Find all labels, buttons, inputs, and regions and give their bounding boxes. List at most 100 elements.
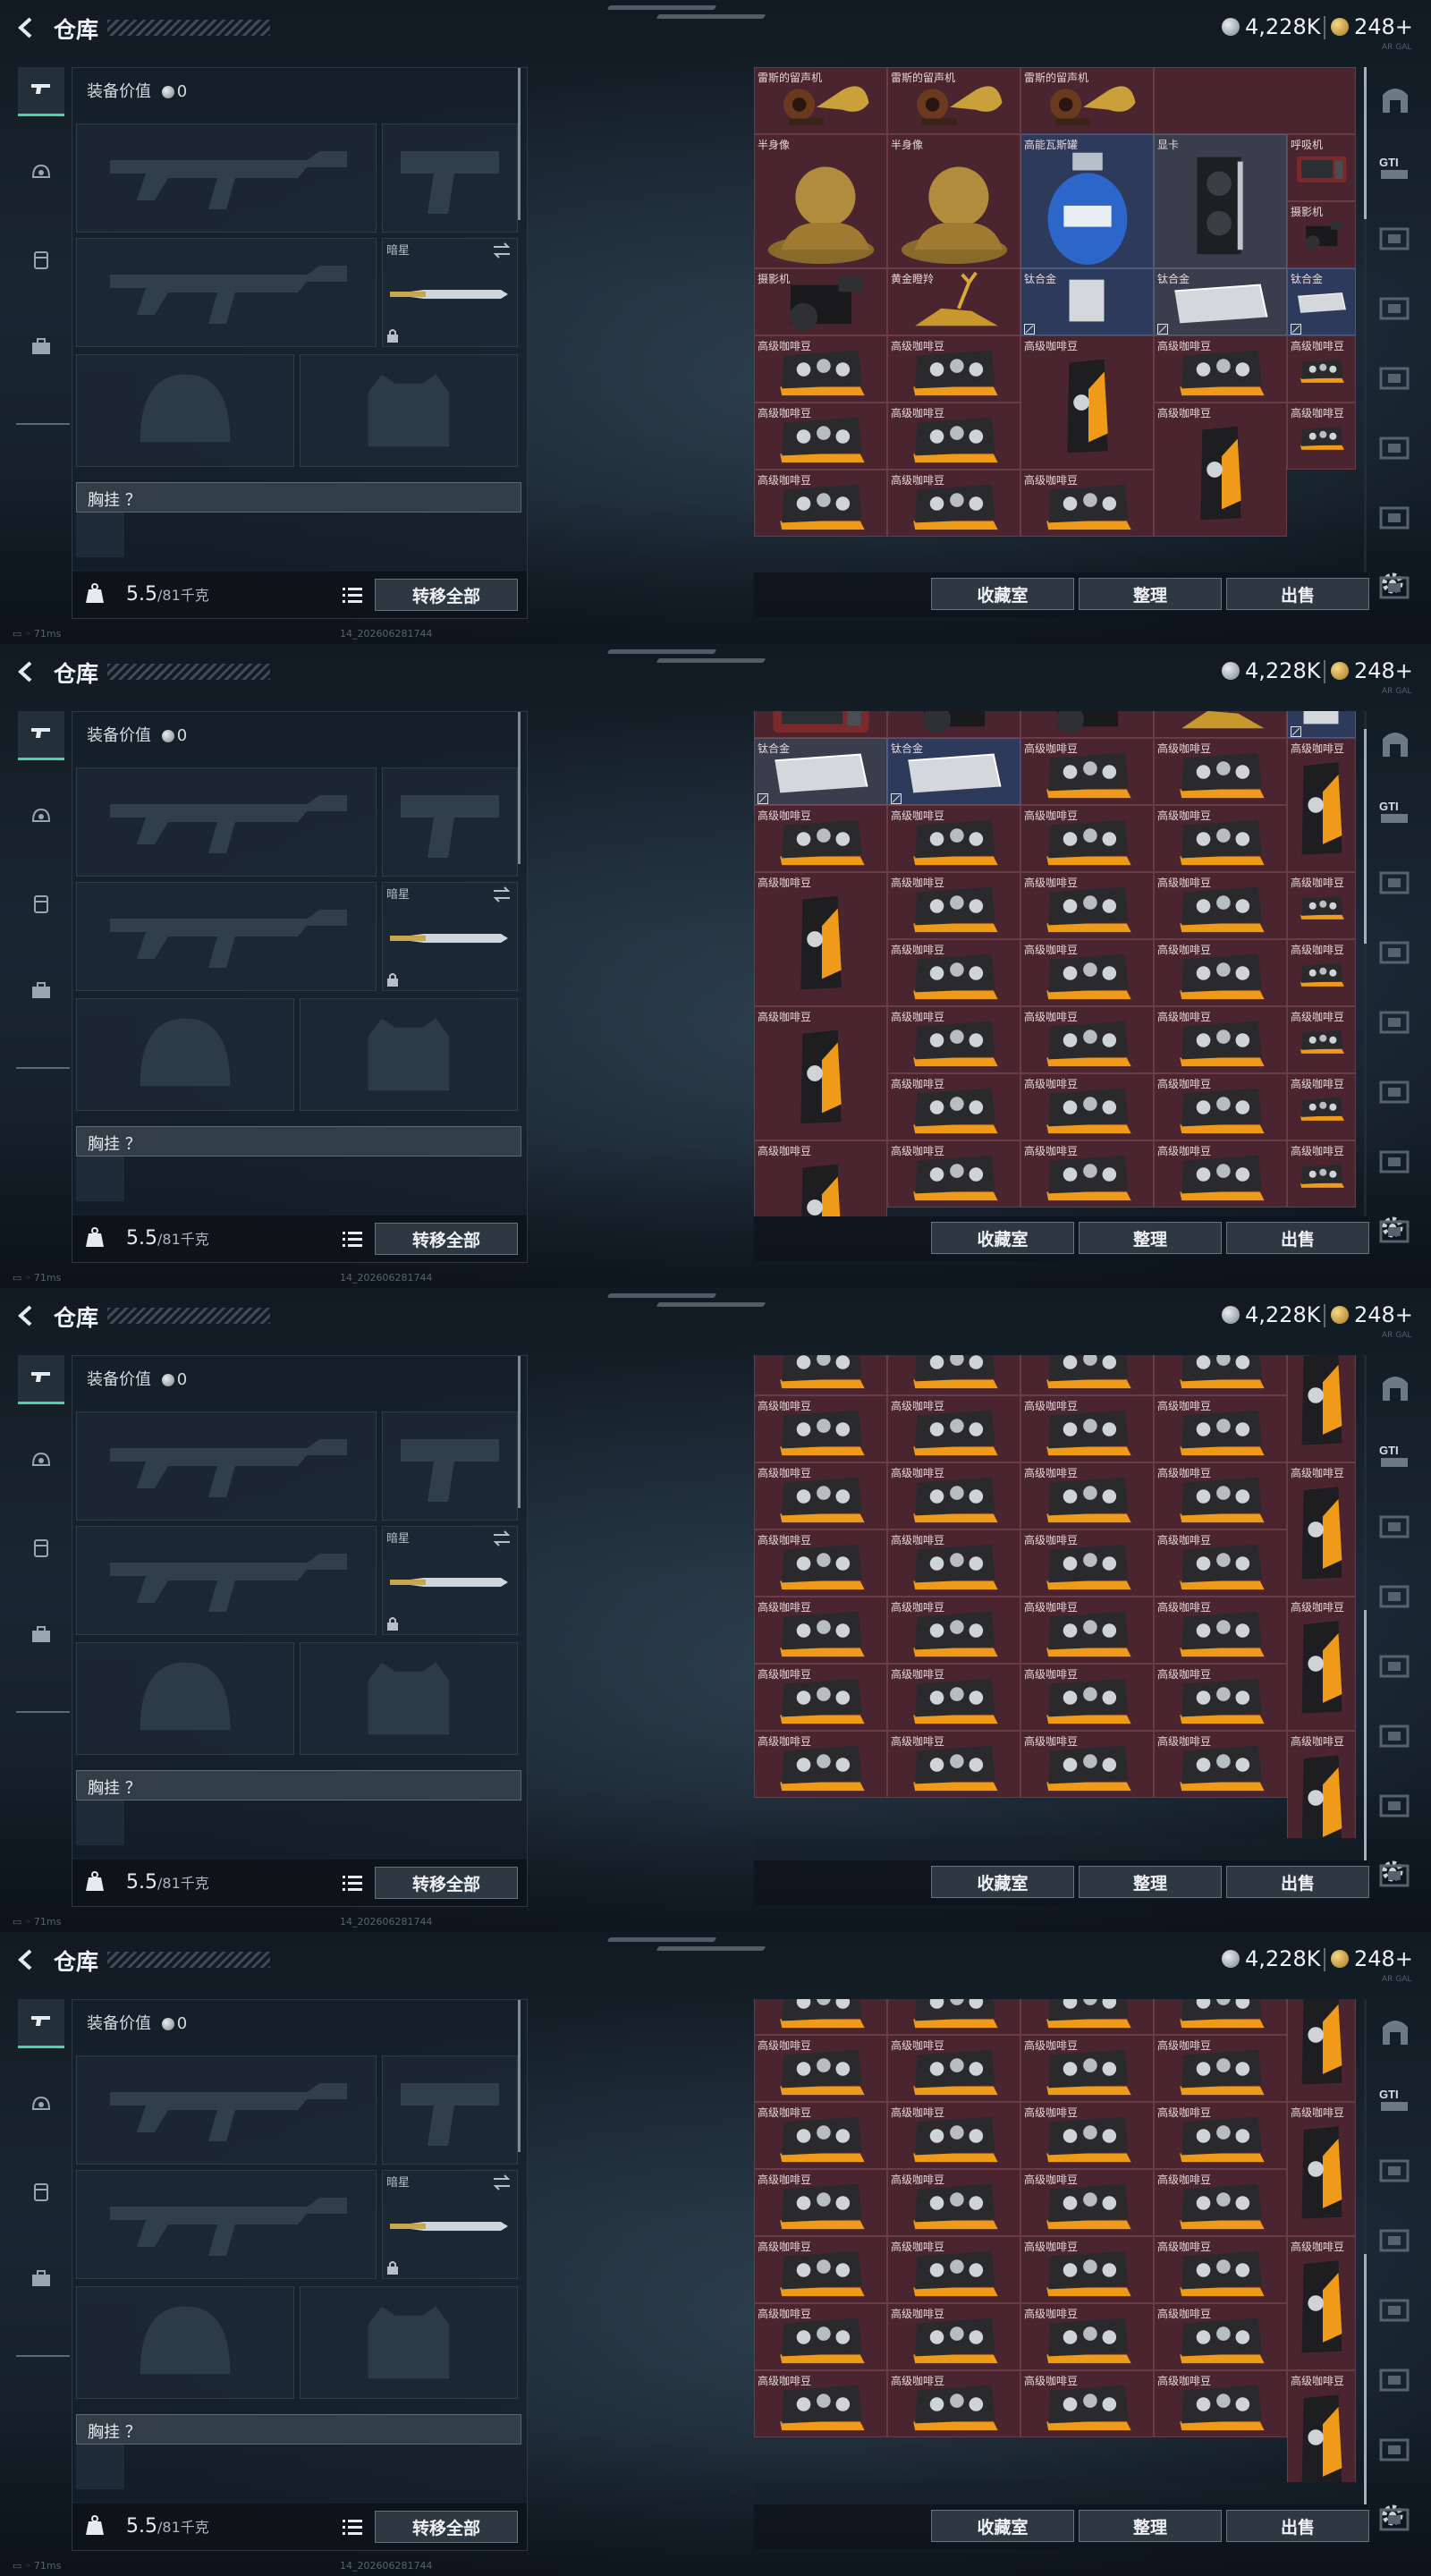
nav-weapons[interactable] (18, 1999, 64, 2048)
inventory-item[interactable]: 高级咖啡豆 (1287, 1140, 1356, 1208)
nav-weapons[interactable] (18, 711, 64, 760)
container-icon[interactable] (1376, 1578, 1422, 1617)
inventory-item[interactable]: 高级咖啡豆 (887, 1462, 1020, 1530)
inventory-item[interactable]: 高级咖啡豆 (754, 470, 887, 537)
inventory-item[interactable]: 高级咖啡豆 (1020, 2303, 1154, 2370)
equipment-scrollbar[interactable] (518, 712, 521, 864)
inventory-item[interactable]: 高级咖啡豆 (754, 335, 887, 402)
container-icon[interactable] (1376, 1648, 1422, 1687)
inventory-item[interactable]: 半身像 (754, 134, 887, 268)
inventory-item[interactable]: 高级咖啡豆 (1154, 402, 1287, 537)
helmet-slot[interactable] (76, 354, 294, 467)
inventory-item[interactable]: 钛合金 (1020, 268, 1154, 335)
inventory-scrollbar[interactable] (1364, 67, 1367, 572)
stash-arch-icon[interactable] (1376, 1368, 1422, 1408)
inventory-item[interactable]: 高级咖啡豆 (1154, 1073, 1287, 1140)
stash-arch-icon[interactable] (1376, 724, 1422, 764)
knife-slot[interactable]: 暗星 (382, 1526, 518, 1635)
nav-case[interactable] (18, 970, 64, 1016)
inventory-item[interactable]: 高级咖啡豆 (1020, 1664, 1154, 1731)
primary-weapon-slot[interactable] (76, 123, 377, 233)
inventory-item[interactable]: 高级咖啡豆 (1020, 1073, 1154, 1140)
inventory-item[interactable]: 钛合金 (754, 738, 887, 805)
inventory-item[interactable]: 高级咖啡豆 (887, 335, 1020, 402)
inventory-item[interactable]: 高级咖啡豆 (887, 470, 1020, 537)
nav-armor[interactable] (18, 2084, 64, 2131)
organize-button[interactable]: 整理 (1079, 1222, 1222, 1254)
chest-rig-slot[interactable] (76, 513, 124, 557)
inventory-item[interactable]: 高级咖啡豆 (754, 1006, 887, 1140)
inventory-item[interactable]: 高级咖啡豆 (887, 2102, 1020, 2169)
inventory-item[interactable]: 高级咖啡豆 (1287, 1999, 1356, 2102)
inventory-item[interactable]: 高级咖啡豆 (1154, 2169, 1287, 2236)
inventory-item[interactable]: 高级咖啡豆 (1020, 2169, 1154, 2236)
inventory-item[interactable]: 呼吸机 (1287, 134, 1356, 201)
equipment-scrollbar[interactable] (518, 68, 521, 220)
inventory-item[interactable]: 高级咖啡豆 (754, 1355, 887, 1395)
inventory-item[interactable]: 高级咖啡豆 (1154, 2102, 1287, 2169)
inventory-item[interactable]: 雷斯的留声机 (887, 67, 1020, 134)
inventory-item[interactable]: 高级咖啡豆 (887, 805, 1020, 872)
inventory-item[interactable]: 雷斯的留声机 (1020, 67, 1154, 134)
inventory-item[interactable]: 高级咖啡豆 (1020, 1530, 1154, 1597)
inventory-item[interactable]: 摄影机 (887, 711, 1020, 738)
inventory-item[interactable]: 高级咖啡豆 (1154, 1999, 1287, 2035)
container-icon[interactable] (1376, 1717, 1422, 1757)
container-icon[interactable] (1376, 1787, 1422, 1826)
inventory-scrollbar[interactable] (1364, 1355, 1367, 1860)
inventory-item[interactable]: 高级咖啡豆 (1154, 1462, 1287, 1530)
inventory-item[interactable]: 高级咖啡豆 (1020, 1395, 1154, 1462)
inventory-scrollbar[interactable] (1364, 711, 1367, 1216)
helmet-slot[interactable] (76, 998, 294, 1111)
inventory-item[interactable]: 高级咖啡豆 (887, 2035, 1020, 2102)
swap-icon[interactable] (492, 886, 512, 902)
inventory-item[interactable]: 高级咖啡豆 (754, 1530, 887, 1597)
gti-icon[interactable]: GTI (1376, 1438, 1422, 1478)
nav-armor[interactable] (18, 1440, 64, 1487)
inventory-scrollbar[interactable] (1364, 1999, 1367, 2504)
inventory-item[interactable]: 高级咖啡豆 (754, 1664, 887, 1731)
inventory-item[interactable]: 高级咖啡豆 (1154, 1006, 1287, 1073)
inventory-item[interactable]: 高级咖啡豆 (754, 2303, 887, 2370)
collection-room-button[interactable]: 收藏室 (931, 1222, 1074, 1254)
inventory-item[interactable]: 高级咖啡豆 (1020, 2370, 1154, 2437)
inventory-item[interactable]: 高级咖啡豆 (1287, 1731, 1356, 1838)
inventory-item[interactable]: 高级咖啡豆 (1020, 805, 1154, 872)
container-icon[interactable] (1376, 1073, 1422, 1113)
inventory-item[interactable]: 高级咖啡豆 (1020, 335, 1154, 470)
inventory-item[interactable]: 高级咖啡豆 (1020, 470, 1154, 537)
gti-icon[interactable]: GTI (1376, 150, 1422, 190)
inventory-item[interactable]: 高级咖啡豆 (1287, 2102, 1356, 2236)
inventory-item[interactable]: 高级咖啡豆 (887, 2303, 1020, 2370)
inventory-item[interactable]: 高级咖啡豆 (1020, 872, 1154, 939)
inventory-item[interactable]: 高级咖啡豆 (1154, 2303, 1287, 2370)
helmet-slot[interactable] (76, 2286, 294, 2399)
inventory-item[interactable]: 钛合金 (1287, 711, 1356, 738)
collection-room-button[interactable]: 收藏室 (931, 2510, 1074, 2542)
inventory-item[interactable]: 高级咖啡豆 (887, 1664, 1020, 1731)
secondary-weapon-slot[interactable] (76, 882, 377, 991)
inventory-item[interactable]: 高级咖啡豆 (754, 1999, 887, 2035)
container-icon[interactable] (1376, 429, 1422, 469)
inventory-item[interactable]: 高级咖啡豆 (887, 1140, 1020, 1208)
transfer-all-button[interactable]: 转移全部 (375, 579, 518, 611)
inventory-item[interactable]: 高级咖啡豆 (1154, 1731, 1287, 1798)
secondary-weapon-slot[interactable] (76, 238, 377, 347)
container-icon[interactable] (1376, 2152, 1422, 2191)
inventory-item[interactable]: 高级咖啡豆 (754, 805, 887, 872)
transfer-all-button[interactable]: 转移全部 (375, 2511, 518, 2543)
list-icon[interactable] (343, 2518, 362, 2536)
organize-button[interactable]: 整理 (1079, 1866, 1222, 1898)
inventory-item[interactable]: 高级咖啡豆 (1154, 2236, 1287, 2303)
container-icon[interactable] (1376, 569, 1422, 608)
inventory-item[interactable]: 摄影机 (1020, 711, 1154, 738)
inventory-item[interactable]: 高级咖啡豆 (1154, 1395, 1287, 1462)
swap-icon[interactable] (492, 1530, 512, 1546)
nav-vest[interactable] (18, 1527, 64, 1573)
inventory-item[interactable]: 高级咖啡豆 (887, 402, 1020, 470)
container-icon[interactable] (1376, 864, 1422, 903)
secondary-weapon-slot[interactable] (76, 2170, 377, 2279)
inventory-item[interactable]: 高级咖啡豆 (754, 1462, 887, 1530)
container-icon[interactable] (1376, 2292, 1422, 2331)
sell-button[interactable]: 出售 (1226, 1222, 1369, 1254)
